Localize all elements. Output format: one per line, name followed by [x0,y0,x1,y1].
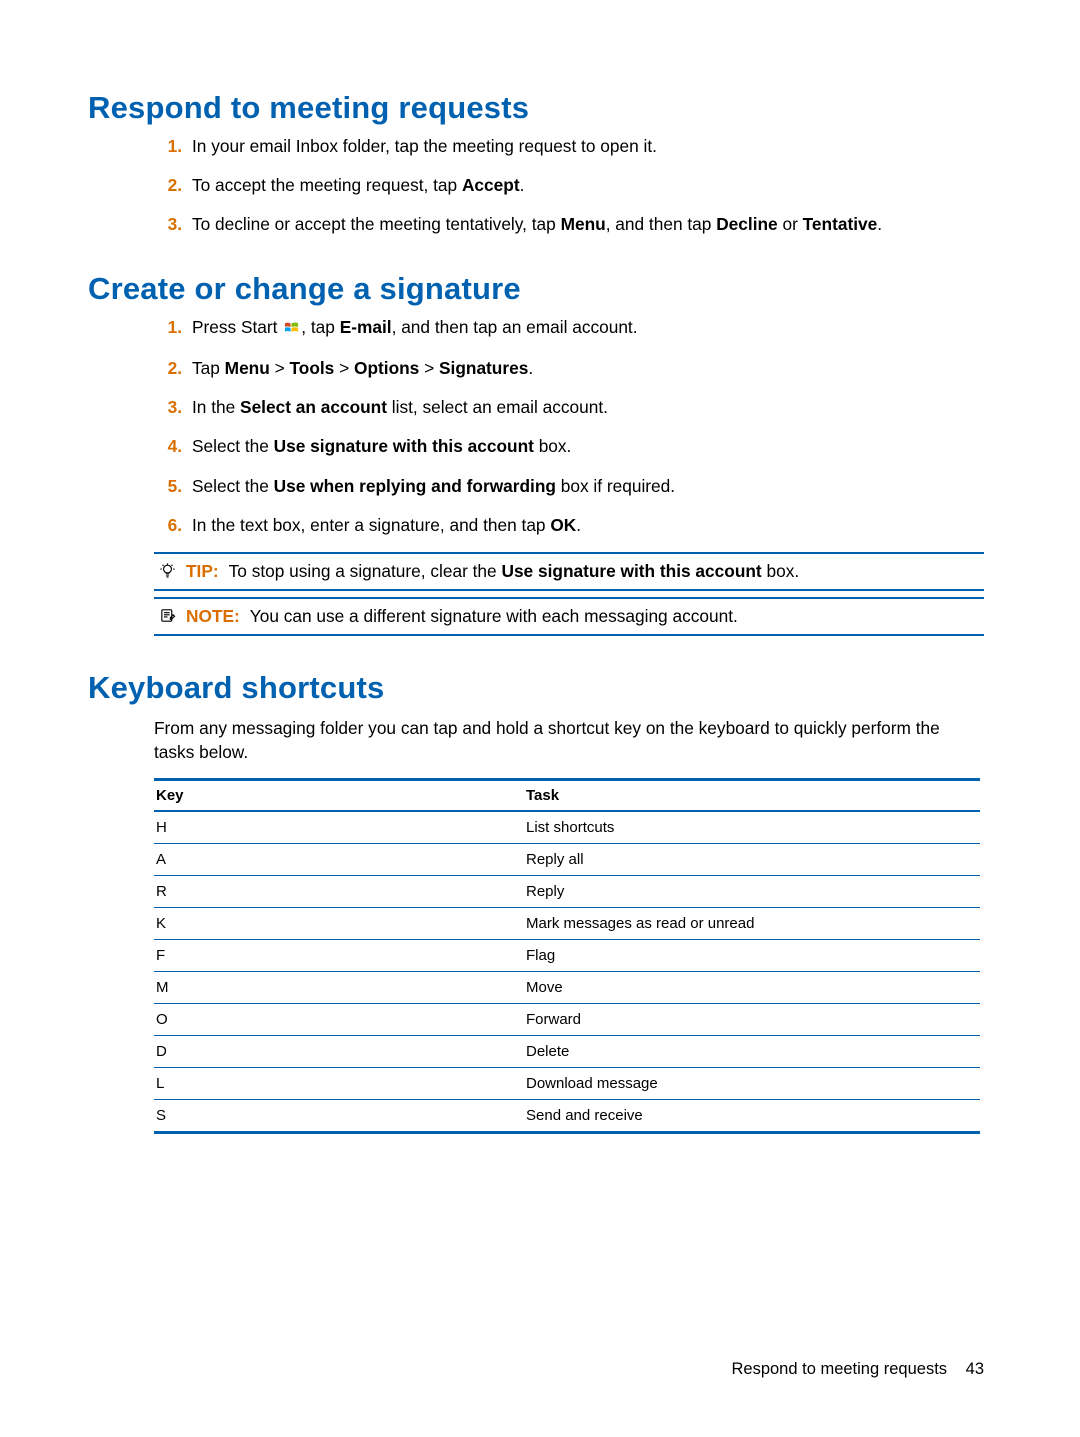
table-row: HList shortcuts [154,811,980,844]
list-signature: 1. Press Start , tap E-mail, and then tap… [88,315,984,537]
list-item: 3. To decline or accept the meeting tenta… [160,212,984,237]
item-number: 3. [160,212,182,237]
heading-signature: Create or change a signature [88,271,984,307]
list-item: 2. To accept the meeting request, tap Acc… [160,173,984,198]
task-cell: Forward [524,1004,980,1036]
windows-start-icon [284,317,299,342]
shortcuts-tbody: HList shortcutsAReply allRReplyKMark mes… [154,811,980,1133]
key-cell: A [154,844,524,876]
item-text: In your email Inbox folder, tap the meet… [192,136,657,156]
key-cell: S [154,1100,524,1133]
key-cell: R [154,876,524,908]
task-cell: List shortcuts [524,811,980,844]
key-cell: H [154,811,524,844]
task-cell: Reply [524,876,980,908]
key-cell: D [154,1036,524,1068]
task-cell: Download message [524,1068,980,1100]
item-text: To decline or accept the meeting tentati… [192,214,882,234]
shortcuts-table: Key Task HList shortcutsAReply allRReply… [154,778,980,1134]
note-label: NOTE: [186,606,240,627]
item-text: Select the Use signature with this accou… [192,436,571,456]
list-item: 6. In the text box, enter a signature, an… [160,513,984,538]
key-cell: K [154,908,524,940]
tip-row: TIP: To stop using a signature, clear th… [154,552,984,591]
table-row: KMark messages as read or unread [154,908,980,940]
shortcuts-intro: From any messaging folder you can tap an… [154,716,984,764]
tip-label: TIP: [186,561,219,582]
table-row: DDelete [154,1036,980,1068]
item-number: 1. [160,134,182,159]
page-footer: Respond to meeting requests 43 [731,1360,984,1379]
task-cell: Flag [524,940,980,972]
item-number: 3. [160,395,182,420]
list-respond: 1. In your email Inbox folder, tap the me… [88,134,984,237]
heading-shortcuts: Keyboard shortcuts [88,670,984,706]
list-item: 2. Tap Menu > Tools > Options > Signature… [160,356,984,381]
table-row: OForward [154,1004,980,1036]
table-row: LDownload message [154,1068,980,1100]
list-item: 3. In the Select an account list, select … [160,395,984,420]
footer-title: Respond to meeting requests [731,1360,947,1378]
item-number: 1. [160,315,182,340]
item-text: In the Select an account list, select an… [192,397,608,417]
task-cell: Delete [524,1036,980,1068]
table-row: FFlag [154,940,980,972]
list-item: 1. Press Start , tap E-mail, and then tap… [160,315,984,342]
table-row: MMove [154,972,980,1004]
item-text: Select the Use when replying and forward… [192,476,675,496]
item-number: 6. [160,513,182,538]
tip-text: To stop using a signature, clear the Use… [229,561,974,582]
item-number: 5. [160,474,182,499]
col-task: Task [524,780,980,812]
task-cell: Mark messages as read or unread [524,908,980,940]
heading-respond: Respond to meeting requests [88,90,984,126]
note-icon [154,606,180,624]
key-cell: F [154,940,524,972]
task-cell: Move [524,972,980,1004]
task-cell: Send and receive [524,1100,980,1133]
key-cell: L [154,1068,524,1100]
note-text: You can use a different signature with e… [250,606,974,627]
note-row: NOTE: You can use a different signature … [154,597,984,636]
list-item: 5. Select the Use when replying and forwa… [160,474,984,499]
item-number: 2. [160,356,182,381]
footer-page-number: 43 [966,1360,984,1378]
item-number: 4. [160,434,182,459]
item-number: 2. [160,173,182,198]
item-text: To accept the meeting request, tap Accep… [192,175,524,195]
col-key: Key [154,780,524,812]
table-header-row: Key Task [154,780,980,812]
table-row: SSend and receive [154,1100,980,1133]
item-text: Tap Menu > Tools > Options > Signatures. [192,358,533,378]
key-cell: O [154,1004,524,1036]
table-row: AReply all [154,844,980,876]
list-item: 4. Select the Use signature with this acc… [160,434,984,459]
list-item: 1. In your email Inbox folder, tap the me… [160,134,984,159]
page-body: Respond to meeting requests 1. In your em… [0,0,1080,1134]
table-row: RReply [154,876,980,908]
item-text: Press Start , tap E-mail, and then tap a… [192,317,638,337]
item-text: In the text box, enter a signature, and … [192,515,581,535]
key-cell: M [154,972,524,1004]
lightbulb-icon [154,561,180,579]
task-cell: Reply all [524,844,980,876]
